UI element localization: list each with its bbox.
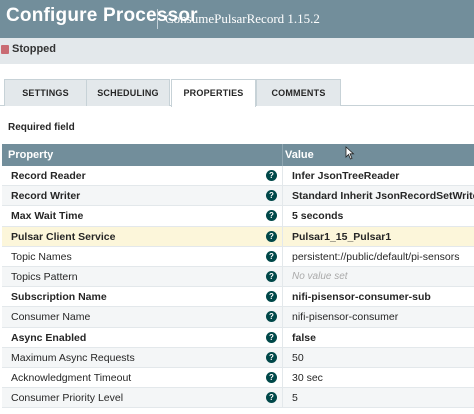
- property-name: Topics Pattern: [11, 270, 78, 283]
- status-text: Stopped: [12, 43, 56, 55]
- table-row[interactable]: Pulsar Client Service? Pulsar1_15_Pulsar1: [2, 226, 474, 247]
- properties-table: Property Value Record Reader? Infer JsonT…: [2, 144, 474, 409]
- tab-settings[interactable]: SETTINGS: [4, 79, 87, 106]
- property-name: Record Reader: [11, 170, 86, 182]
- table-row[interactable]: Topics Pattern? No value set: [2, 266, 474, 288]
- column-divider: [282, 144, 283, 166]
- table-row[interactable]: Consumer Priority Level? 5: [2, 388, 474, 409]
- property-value[interactable]: 50: [292, 352, 304, 364]
- question-circle-icon[interactable]: ?: [266, 311, 277, 323]
- cell-divider: [282, 266, 283, 287]
- question-circle-icon[interactable]: ?: [266, 190, 277, 202]
- property-value[interactable]: persistent://public/default/pi-sensors: [292, 251, 460, 263]
- property-name: Acknowledgment Timeout: [11, 371, 132, 384]
- property-name: Maximum Async Requests: [11, 351, 135, 364]
- property-name: Subscription Name: [11, 291, 107, 304]
- question-circle-icon[interactable]: ?: [266, 270, 277, 282]
- question-circle-icon[interactable]: ?: [266, 392, 277, 404]
- column-header-property[interactable]: Property: [8, 149, 53, 161]
- question-circle-icon[interactable]: ?: [266, 210, 277, 222]
- property-name: Pulsar Client Service: [11, 230, 116, 243]
- processor-type: ConsumePulsarRecord 1.15.2: [165, 11, 320, 26]
- table-header: Property Value: [2, 144, 474, 166]
- question-circle-icon[interactable]: ?: [266, 250, 277, 262]
- stopped-icon: [1, 45, 9, 54]
- table-row[interactable]: Async Enabled? false: [2, 327, 474, 348]
- column-header-value[interactable]: Value: [285, 149, 314, 161]
- table-row[interactable]: Record Writer? Standard Inherit JsonRecor…: [2, 186, 474, 207]
- property-value[interactable]: Pulsar1_15_Pulsar1: [292, 231, 391, 243]
- table-row[interactable]: Acknowledgment Timeout? 30 sec: [2, 367, 474, 389]
- property-name: Consumer Priority Level: [11, 392, 124, 405]
- property-value[interactable]: No value set: [292, 271, 348, 282]
- table-row[interactable]: Record Reader? Infer JsonTreeReader: [2, 166, 474, 187]
- cell-divider: [282, 307, 283, 327]
- dialog-header: Configure Processor ConsumePulsarRecord …: [0, 0, 474, 38]
- cell-divider: [282, 226, 283, 246]
- property-name: Max Wait Time: [11, 210, 84, 223]
- mouse-cursor-icon: [345, 146, 355, 160]
- table-row[interactable]: Subscription Name? nifi-pisensor-consumer…: [2, 287, 474, 308]
- property-name: Consumer Name: [11, 311, 91, 324]
- tab-scheduling[interactable]: SCHEDULING: [86, 79, 170, 106]
- cell-divider: [282, 347, 283, 367]
- property-name: Async Enabled: [11, 331, 87, 344]
- property-value[interactable]: false: [292, 332, 316, 344]
- tab-comments[interactable]: COMMENTS: [256, 79, 341, 106]
- property-name: Record Writer: [11, 190, 81, 203]
- question-circle-icon[interactable]: ?: [266, 230, 277, 242]
- cell-divider: [282, 246, 283, 266]
- question-circle-icon[interactable]: ?: [266, 331, 277, 343]
- property-value[interactable]: 5 seconds: [292, 210, 343, 222]
- table-body: Record Reader? Infer JsonTreeReader Record…: [2, 166, 474, 409]
- question-circle-icon[interactable]: ?: [266, 371, 277, 383]
- table-row[interactable]: Max Wait Time? 5 seconds: [2, 206, 474, 227]
- question-circle-icon[interactable]: ?: [266, 170, 277, 181]
- table-row[interactable]: Topic Names? persistent://public/default/…: [2, 246, 474, 267]
- question-circle-icon[interactable]: ?: [266, 351, 277, 363]
- cell-divider: [282, 327, 283, 347]
- property-value[interactable]: nifi-pisensor-consumer: [292, 311, 398, 323]
- cell-divider: [282, 186, 283, 206]
- tab-properties[interactable]: PROPERTIES: [171, 79, 256, 107]
- cell-divider: [282, 206, 283, 226]
- table-row[interactable]: Consumer Name? nifi-pisensor-consumer: [2, 307, 474, 328]
- property-value[interactable]: 30 sec: [292, 372, 323, 384]
- cell-divider: [282, 287, 283, 307]
- required-field-label: Required field: [8, 122, 75, 133]
- cell-divider: [282, 166, 283, 186]
- cell-divider: [282, 388, 283, 408]
- property-value[interactable]: Standard Inherit JsonRecordSetWriter: [292, 190, 474, 202]
- property-value[interactable]: nifi-pisensor-consumer-sub: [292, 291, 431, 303]
- property-value[interactable]: Infer JsonTreeReader: [292, 170, 399, 182]
- status-bar: [0, 38, 474, 64]
- header-divider: [157, 9, 158, 29]
- property-value[interactable]: 5: [292, 392, 298, 404]
- property-name: Topic Names: [11, 250, 72, 263]
- cell-divider: [282, 367, 283, 388]
- question-circle-icon[interactable]: ?: [266, 291, 277, 303]
- table-row[interactable]: Maximum Async Requests? 50: [2, 347, 474, 368]
